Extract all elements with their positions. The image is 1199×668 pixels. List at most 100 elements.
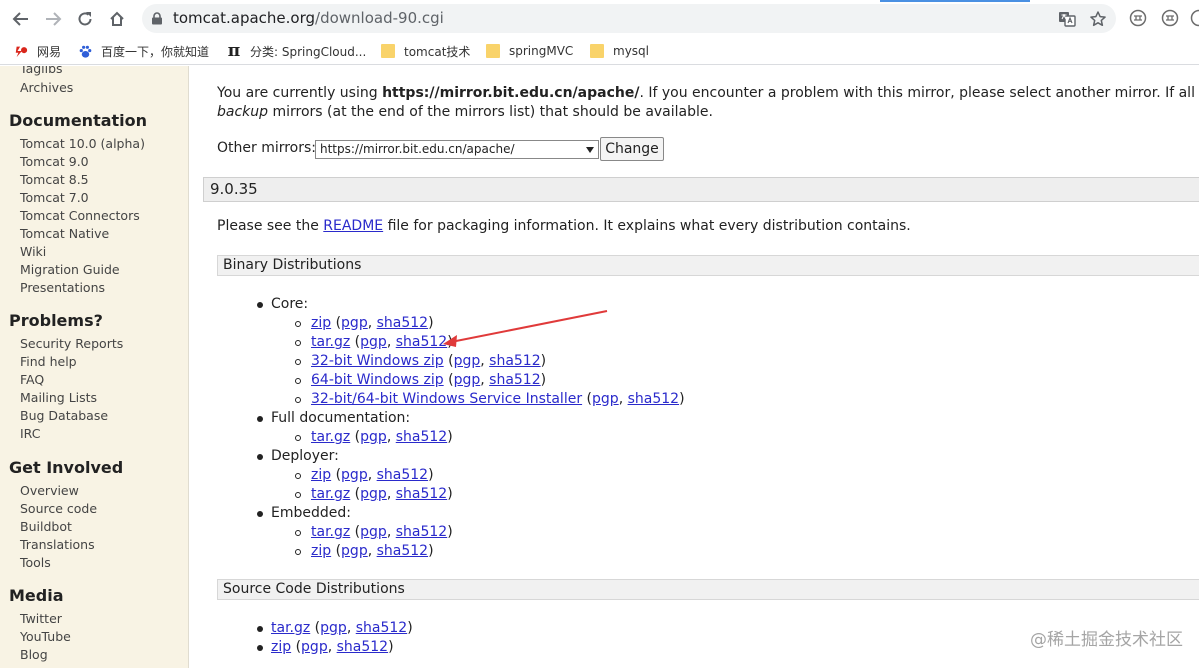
sidebar-item-mailing-lists[interactable]: Mailing Lists (20, 389, 97, 407)
bookmark-mysql[interactable]: mysql (589, 42, 649, 60)
core-win64-link[interactable]: 64-bit Windows zip (311, 372, 444, 388)
annotation-arrow-icon (443, 310, 608, 347)
translate-icon[interactable] (1058, 10, 1076, 28)
sidebar-item-twitter[interactable]: Twitter (20, 610, 62, 628)
bookmark-baidu[interactable]: 百度一下，你就知道 (77, 42, 209, 60)
reload-button[interactable] (73, 7, 97, 31)
baidu-paw-icon (77, 43, 93, 59)
embedded-targz-sha512-link[interactable]: sha512 (396, 524, 447, 540)
bookmark-springcloud[interactable]: π 分类: SpringCloud... (226, 41, 367, 61)
core-win32-link[interactable]: 32-bit Windows zip (311, 353, 444, 369)
sidebar-heading-get-involved: Get Involved (9, 458, 124, 477)
extension-icon[interactable] (1129, 9, 1147, 27)
sidebar-item-tools[interactable]: Tools (20, 554, 51, 572)
core-win32-pgp-link[interactable]: pgp (454, 353, 481, 369)
extension-icon[interactable] (1161, 9, 1179, 27)
sidebar-item-migration-guide[interactable]: Migration Guide (20, 261, 120, 279)
deployer-zip-link[interactable]: zip (311, 467, 331, 483)
mirror-select[interactable]: https://mirror.bit.edu.cn/apache/ (315, 140, 599, 159)
doc-targz-sha512-link[interactable]: sha512 (396, 429, 447, 445)
main-content: You are currently using https://mirror.b… (189, 66, 1199, 668)
sidebar-item-find-help[interactable]: Find help (20, 353, 77, 371)
list-bullet (257, 645, 263, 651)
deployer-targz-link[interactable]: tar.gz (311, 486, 350, 502)
list-bullet (257, 302, 263, 308)
sidebar-item-overview[interactable]: Overview (20, 482, 79, 500)
sidebar-item-blog[interactable]: Blog (20, 646, 48, 664)
sidebar-heading-problems: Problems? (9, 311, 103, 330)
core-installer-sha512-link[interactable]: sha512 (628, 391, 679, 407)
src-targz-pgp-link[interactable]: pgp (320, 620, 347, 636)
sidebar-item-tomcat-7[interactable]: Tomcat 7.0 (20, 189, 89, 207)
core-targz-link[interactable]: tar.gz (311, 334, 350, 350)
sidebar-item-taglibs[interactable]: Taglibs (20, 66, 63, 78)
doc-targz-pgp-link[interactable]: pgp (360, 429, 387, 445)
core-zip-link[interactable]: zip (311, 315, 331, 331)
readme-notice: Please see the README file for packaging… (217, 218, 911, 234)
embedded-zip-link[interactable]: zip (311, 543, 331, 559)
sidebar: Taglibs Archives Documentation Tomcat 10… (0, 66, 189, 668)
netease-logo-icon (13, 43, 29, 59)
list-bullet (295, 378, 301, 384)
embedded-zip-pgp-link[interactable]: pgp (341, 543, 368, 559)
core-win64-pgp-link[interactable]: pgp (454, 372, 481, 388)
list-item-core-installer: 32-bit/64-bit Windows Service Installer … (311, 391, 685, 407)
src-zip-pgp-link[interactable]: pgp (301, 639, 328, 655)
sidebar-item-translations[interactable]: Translations (20, 536, 95, 554)
home-button[interactable] (105, 7, 129, 31)
change-mirror-button[interactable]: Change (600, 137, 664, 161)
core-zip-pgp-link[interactable]: pgp (341, 315, 368, 331)
list-bullet (257, 454, 263, 460)
current-mirror-url: https://mirror.bit.edu.cn/apache/ (382, 85, 640, 101)
bookmark-tomcat[interactable]: tomcat技术 (380, 42, 470, 60)
list-item-embedded-targz: tar.gz (pgp, sha512) (311, 524, 453, 540)
sidebar-item-wiki[interactable]: Wiki (20, 243, 46, 261)
readme-link[interactable]: README (323, 218, 383, 234)
core-targz-pgp-link[interactable]: pgp (360, 334, 387, 350)
forward-button[interactable] (41, 7, 65, 31)
core-zip-sha512-link[interactable]: sha512 (377, 315, 428, 331)
deployer-zip-sha512-link[interactable]: sha512 (377, 467, 428, 483)
embedded-targz-pgp-link[interactable]: pgp (360, 524, 387, 540)
deployer-targz-pgp-link[interactable]: pgp (360, 486, 387, 502)
back-button[interactable] (9, 7, 33, 31)
sidebar-item-youtube[interactable]: YouTube (20, 628, 71, 646)
embedded-zip-sha512-link[interactable]: sha512 (377, 543, 428, 559)
deployer-targz-sha512-link[interactable]: sha512 (396, 486, 447, 502)
embedded-targz-link[interactable]: tar.gz (311, 524, 350, 540)
bookmark-wangyi[interactable]: 网易 (13, 42, 61, 60)
src-targz-link[interactable]: tar.gz (271, 620, 310, 636)
core-installer-link[interactable]: 32-bit/64-bit Windows Service Installer (311, 391, 582, 407)
sidebar-item-bug-database[interactable]: Bug Database (20, 407, 108, 425)
sidebar-item-connectors[interactable]: Tomcat Connectors (20, 207, 140, 225)
core-win32-sha512-link[interactable]: sha512 (489, 353, 540, 369)
core-win64-sha512-link[interactable]: sha512 (489, 372, 540, 388)
sidebar-item-tomcat-85[interactable]: Tomcat 8.5 (20, 171, 89, 189)
list-item-embedded-zip: zip (pgp, sha512) (311, 543, 434, 559)
bookmark-star-icon[interactable] (1089, 10, 1107, 28)
sidebar-item-native[interactable]: Tomcat Native (20, 225, 109, 243)
sidebar-item-presentations[interactable]: Presentations (20, 279, 105, 297)
sidebar-item-tomcat-10[interactable]: Tomcat 10.0 (alpha) (20, 135, 145, 153)
deployer-zip-pgp-link[interactable]: pgp (341, 467, 368, 483)
sidebar-item-archives[interactable]: Archives (20, 79, 73, 97)
src-targz-sha512-link[interactable]: sha512 (356, 620, 407, 636)
src-zip-link[interactable]: zip (271, 639, 291, 655)
extension-icon[interactable] (1190, 9, 1199, 27)
list-bullet (295, 549, 301, 555)
sidebar-item-tomcat-9[interactable]: Tomcat 9.0 (20, 153, 89, 171)
bookmark-springmvc[interactable]: springMVC (485, 42, 573, 60)
address-bar[interactable]: tomcat.apache.org/download-90.cgi (142, 4, 1116, 33)
sidebar-item-buildbot[interactable]: Buildbot (20, 518, 72, 536)
core-installer-pgp-link[interactable]: pgp (592, 391, 619, 407)
mirror-notice-line2: backup mirrors (at the end of the mirror… (217, 104, 713, 120)
sidebar-item-irc[interactable]: IRC (20, 425, 40, 443)
folder-icon (485, 43, 501, 59)
sidebar-item-source-code[interactable]: Source code (20, 500, 97, 518)
list-item-core-win64: 64-bit Windows zip (pgp, sha512) (311, 372, 547, 388)
core-label: Core: (271, 296, 309, 312)
doc-targz-link[interactable]: tar.gz (311, 429, 350, 445)
sidebar-item-faq[interactable]: FAQ (20, 371, 44, 389)
sidebar-item-security-reports[interactable]: Security Reports (20, 335, 123, 353)
src-zip-sha512-link[interactable]: sha512 (337, 639, 388, 655)
